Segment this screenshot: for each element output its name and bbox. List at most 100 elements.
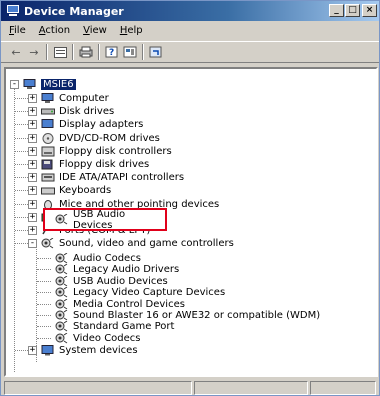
toolbar-separator bbox=[72, 44, 74, 60]
status-cell bbox=[310, 381, 376, 395]
toolbar: ← → ? bbox=[1, 41, 379, 63]
sound-video-and-game-controllers-icon bbox=[41, 237, 55, 249]
tree-line bbox=[15, 98, 28, 99]
sound-device-icon bbox=[55, 263, 69, 275]
tree-line bbox=[15, 230, 28, 231]
expand-toggle[interactable]: + bbox=[28, 213, 37, 222]
status-cell bbox=[4, 381, 192, 395]
category-label: DVD/CD-ROM drives bbox=[59, 133, 160, 144]
sound-device-icon bbox=[55, 286, 69, 298]
menu-file[interactable]: File bbox=[9, 25, 26, 36]
floppy-disk-controllers-icon bbox=[41, 146, 55, 157]
highlight-usb-audio-devices[interactable]: USB Audio Devices bbox=[43, 208, 167, 231]
expand-toggle[interactable]: + bbox=[28, 94, 37, 103]
floppy-disk-drives-icon bbox=[41, 159, 55, 170]
maximize-button[interactable]: □ bbox=[345, 4, 360, 17]
tree-line bbox=[15, 204, 28, 205]
category-sound-video-and-game-controllers[interactable]: Sound, video and game controllers bbox=[41, 237, 234, 250]
scan-icon[interactable] bbox=[147, 44, 165, 60]
category-dvd-cd-rom-drives[interactable]: DVD/CD-ROM drives bbox=[41, 132, 160, 145]
sound-device-icon bbox=[55, 332, 69, 344]
tree-line bbox=[37, 269, 51, 270]
expand-toggle[interactable]: + bbox=[28, 186, 37, 195]
device-manager-icon bbox=[6, 5, 20, 17]
disk-drives-icon bbox=[41, 106, 55, 117]
category-keyboards[interactable]: Keyboards bbox=[41, 184, 111, 197]
window-title: Device Manager bbox=[24, 4, 124, 18]
tree-line bbox=[37, 304, 51, 305]
back-icon[interactable]: ← bbox=[7, 44, 25, 60]
tree-line bbox=[37, 292, 51, 293]
category-label: Sound, video and game controllers bbox=[59, 238, 234, 249]
category-system-devices[interactable]: System devices bbox=[41, 344, 138, 357]
category-label: Display adapters bbox=[59, 119, 144, 130]
category-disk-drives[interactable]: Disk drives bbox=[41, 105, 114, 118]
tree-line bbox=[15, 111, 28, 112]
expand-toggle[interactable]: + bbox=[28, 200, 37, 209]
device-manager-window: Device Manager _ □ × File Action View He… bbox=[0, 0, 380, 396]
print-icon[interactable] bbox=[77, 44, 95, 60]
toolbar-separator bbox=[142, 44, 144, 60]
sound-device-icon bbox=[55, 213, 69, 225]
system-devices-icon bbox=[41, 345, 55, 356]
expand-toggle[interactable]: - bbox=[10, 80, 19, 89]
expand-toggle[interactable]: + bbox=[28, 107, 37, 116]
ide-ata-atapi-controllers-icon bbox=[41, 172, 55, 183]
tree-line bbox=[15, 151, 28, 152]
status-bar bbox=[4, 381, 378, 395]
tree-line bbox=[37, 326, 51, 327]
menu-help[interactable]: Help bbox=[120, 25, 143, 36]
expand-toggle[interactable]: + bbox=[28, 147, 37, 156]
tree-line bbox=[15, 217, 28, 218]
category-label: Floppy disk drives bbox=[59, 159, 150, 170]
tree-line bbox=[37, 258, 51, 259]
computer-icon bbox=[41, 93, 55, 104]
tree-line bbox=[15, 138, 28, 139]
minimize-button[interactable]: _ bbox=[329, 4, 344, 17]
tree-line bbox=[15, 164, 28, 165]
tree-root-label: MSIE6 bbox=[41, 79, 76, 90]
category-ide-ata-atapi-controllers[interactable]: IDE ATA/ATAPI controllers bbox=[41, 171, 184, 184]
category-label: Floppy disk controllers bbox=[59, 146, 172, 157]
category-floppy-disk-drives[interactable]: Floppy disk drives bbox=[41, 158, 149, 171]
title-bar[interactable]: Device Manager _ □ × bbox=[1, 1, 379, 21]
tree-line bbox=[37, 338, 51, 339]
menu-action[interactable]: Action bbox=[39, 25, 70, 36]
expand-toggle[interactable]: + bbox=[28, 160, 37, 169]
computer-icon bbox=[23, 79, 37, 90]
category-label: Computer bbox=[59, 93, 109, 104]
category-display-adapters[interactable]: Display adapters bbox=[41, 118, 143, 131]
device-label: Standard Game Port bbox=[73, 321, 175, 332]
expand-toggle[interactable]: + bbox=[28, 134, 37, 143]
expand-toggle[interactable]: + bbox=[28, 120, 37, 129]
menu-view[interactable]: View bbox=[83, 25, 107, 36]
category-label: Keyboards bbox=[59, 185, 112, 196]
keyboards-icon bbox=[41, 185, 55, 196]
close-button[interactable]: × bbox=[362, 4, 377, 17]
category-label: IDE ATA/ATAPI controllers bbox=[59, 172, 185, 183]
toolbar-separator bbox=[98, 44, 100, 60]
help-icon[interactable]: ? bbox=[103, 44, 121, 60]
category-label: Disk drives bbox=[59, 106, 115, 117]
sound-device-icon bbox=[55, 320, 69, 332]
menu-bar: File Action View Help bbox=[1, 22, 379, 39]
device-label: Video Codecs bbox=[73, 333, 141, 344]
highlight-label: USB Audio Devices bbox=[73, 208, 126, 231]
properties-icon[interactable] bbox=[51, 44, 69, 60]
device-label: Legacy Video Capture Devices bbox=[73, 287, 226, 298]
tree-line bbox=[15, 350, 28, 351]
category-floppy-disk-controllers[interactable]: Floppy disk controllers bbox=[41, 145, 172, 158]
expand-toggle[interactable]: + bbox=[28, 346, 37, 355]
tree-line bbox=[15, 190, 28, 191]
tree-line bbox=[37, 315, 51, 316]
tree-root[interactable]: MSIE6 bbox=[23, 78, 76, 91]
forward-icon[interactable]: → bbox=[25, 44, 43, 60]
category-computer[interactable]: Computer bbox=[41, 92, 109, 105]
device-video-codecs[interactable]: Video Codecs bbox=[55, 332, 141, 345]
view-icon[interactable] bbox=[121, 44, 139, 60]
category-label: System devices bbox=[59, 345, 138, 356]
expand-toggle[interactable]: - bbox=[28, 239, 37, 248]
tree-line bbox=[37, 281, 51, 282]
expand-toggle[interactable]: + bbox=[28, 226, 37, 235]
expand-toggle[interactable]: + bbox=[28, 173, 37, 182]
